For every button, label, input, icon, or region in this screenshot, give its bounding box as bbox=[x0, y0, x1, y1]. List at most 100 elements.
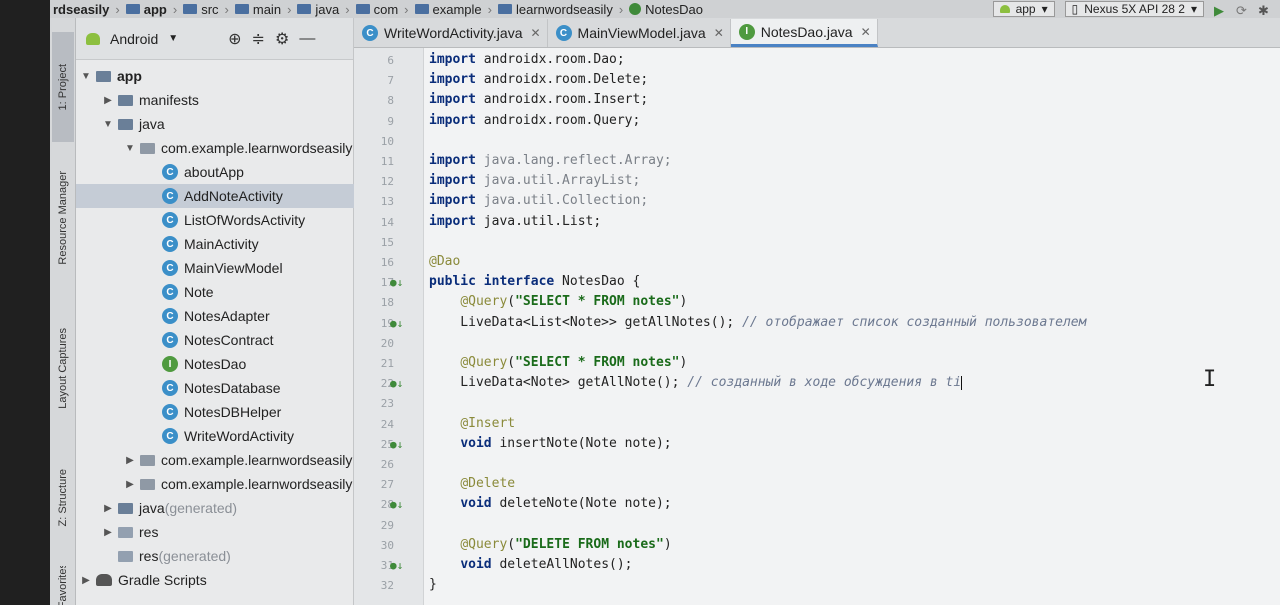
tree-item-label: NotesContract bbox=[184, 332, 274, 348]
code-editor[interactable]: import androidx.room.Dao; import androidx… bbox=[424, 48, 1280, 605]
class-icon: C bbox=[162, 188, 178, 204]
run-configuration-dropdown[interactable]: app ▾ bbox=[992, 1, 1055, 17]
tree-item[interactable]: C NotesContract bbox=[76, 328, 354, 352]
interface-icon bbox=[629, 3, 642, 15]
collapse-arrow-icon[interactable]: ▶ bbox=[102, 503, 114, 514]
tree-item[interactable]: ▼ app bbox=[76, 64, 354, 88]
tree-item[interactable]: ▶ res bbox=[76, 520, 354, 544]
close-icon[interactable]: ✕ bbox=[530, 26, 540, 40]
code-line: } bbox=[429, 577, 437, 593]
code-line: import java.util.ArrayList; bbox=[429, 173, 641, 189]
run-icon[interactable]: ▶ bbox=[1214, 3, 1226, 18]
implemented-marker-icon[interactable]: ●↓ bbox=[390, 498, 403, 511]
implemented-marker-icon[interactable]: ●↓ bbox=[390, 317, 403, 330]
collapse-all-icon[interactable]: ≑ bbox=[252, 29, 265, 49]
tree-item[interactable]: C MainActivity bbox=[76, 232, 354, 256]
tab-project[interactable]: 1: Project bbox=[52, 32, 74, 142]
editor-tab[interactable]: I NotesDao.java ✕ bbox=[730, 19, 878, 47]
view-selector[interactable]: Android bbox=[110, 31, 158, 47]
tree-item[interactable]: ▶ com.example.learnwordseasily bbox=[76, 448, 354, 472]
tree-item[interactable]: ▼ com.example.learnwordseasily bbox=[76, 136, 354, 160]
phone-icon: ▯ bbox=[1071, 2, 1079, 16]
line-number: 29 bbox=[380, 518, 394, 532]
tree-item[interactable]: ▶ java (generated) bbox=[76, 496, 354, 520]
editor-tab-label: WriteWordActivity.java bbox=[384, 25, 523, 41]
collapse-arrow-icon[interactable]: ▶ bbox=[102, 527, 114, 538]
tab-resource-manager[interactable]: Resource Manager bbox=[52, 148, 74, 288]
breadcrumb-file[interactable]: NotesDao bbox=[626, 2, 706, 17]
folder-icon bbox=[183, 4, 198, 14]
locate-icon[interactable]: ⊕ bbox=[228, 29, 241, 49]
close-icon[interactable]: ✕ bbox=[861, 25, 871, 39]
implemented-marker-icon[interactable]: ●↓ bbox=[390, 559, 403, 572]
tree-item[interactable]: I NotesDao bbox=[76, 352, 354, 376]
editor-tab[interactable]: C MainViewModel.java ✕ bbox=[548, 19, 731, 47]
collapse-arrow-icon[interactable]: ▶ bbox=[124, 455, 136, 466]
line-number: 15 bbox=[380, 235, 394, 249]
tree-item-label: com.example.learnwordseasily bbox=[161, 476, 353, 492]
apply-changes-icon[interactable]: ⟳ bbox=[1236, 3, 1248, 18]
breadcrumb-main[interactable]: main bbox=[232, 2, 284, 17]
line-number: 20 bbox=[380, 336, 394, 350]
code-line: import androidx.room.Query; bbox=[429, 112, 641, 128]
tree-item-label: java bbox=[139, 500, 165, 516]
tree-item[interactable]: ▶ Gradle Scripts bbox=[76, 568, 354, 592]
gear-icon[interactable]: ⚙ bbox=[275, 29, 289, 49]
editor-tab-label: NotesDao.java bbox=[760, 23, 853, 40]
interface-icon: I bbox=[738, 23, 755, 40]
tree-item[interactable]: ▼ java bbox=[76, 112, 354, 136]
tree-item[interactable]: C AddNoteActivity bbox=[76, 184, 354, 208]
breadcrumb-example[interactable]: example bbox=[412, 2, 485, 17]
tree-item[interactable]: ▶ com.example.learnwordseasily bbox=[76, 472, 354, 496]
code-line: void deleteNote(Note note); bbox=[460, 496, 672, 512]
tree-item-label: NotesDatabase bbox=[184, 380, 281, 396]
tree-item-label: res bbox=[139, 524, 159, 540]
code-line: @Query("SELECT * FROM notes") bbox=[460, 294, 688, 310]
tree-item[interactable]: CaboutApp bbox=[76, 160, 354, 184]
breadcrumb-module[interactable]: app bbox=[123, 2, 170, 17]
tab-structure[interactable]: Z: Structure bbox=[52, 448, 74, 548]
breadcrumb-com[interactable]: com bbox=[353, 2, 402, 17]
editor-tab[interactable]: C WriteWordActivity.java ✕ bbox=[354, 19, 548, 47]
tree-item[interactable]: C WriteWordActivity bbox=[76, 424, 354, 448]
class-icon: C bbox=[162, 428, 178, 444]
collapse-arrow-icon[interactable]: ▶ bbox=[102, 95, 114, 106]
android-icon bbox=[999, 5, 1010, 13]
folder-icon bbox=[414, 4, 429, 14]
expand-arrow-icon[interactable]: ▼ bbox=[124, 143, 136, 154]
implemented-marker-icon[interactable]: ●↓ bbox=[390, 438, 403, 451]
debug-icon[interactable]: ✱ bbox=[1258, 3, 1270, 18]
breadcrumb-src[interactable]: src bbox=[180, 2, 221, 17]
close-icon[interactable]: ✕ bbox=[714, 26, 724, 40]
navigation-bar: rdseasily › app › src › main › java › co… bbox=[50, 0, 1280, 18]
tab-favorites[interactable]: Favorites bbox=[52, 566, 74, 605]
implemented-marker-icon[interactable]: ●↓ bbox=[390, 377, 403, 390]
collapse-arrow-icon[interactable]: ▶ bbox=[124, 479, 136, 490]
tree-item[interactable]: res (generated) bbox=[76, 544, 354, 568]
line-number: 31 bbox=[380, 559, 394, 572]
breadcrumb-java[interactable]: java bbox=[294, 2, 342, 17]
text-cursor-icon: I bbox=[1203, 367, 1217, 392]
tree-item[interactable]: C NotesDatabase bbox=[76, 376, 354, 400]
tab-layout-captures[interactable]: Layout Captures bbox=[52, 308, 74, 428]
folder-icon bbox=[118, 526, 133, 538]
tree-item[interactable]: C NotesDBHelper bbox=[76, 400, 354, 424]
tree-item[interactable]: C NotesAdapter bbox=[76, 304, 354, 328]
code-line: void deleteAllNotes(); bbox=[460, 557, 633, 572]
implemented-marker-icon[interactable]: ●↓ bbox=[390, 276, 403, 289]
tree-item[interactable]: C Note bbox=[76, 280, 354, 304]
chevron-down-icon[interactable]: ▼ bbox=[168, 33, 178, 44]
breadcrumb-learnwordseasily[interactable]: learnwordseasily bbox=[495, 2, 616, 17]
breadcrumb-project[interactable]: rdseasily bbox=[50, 2, 112, 17]
folder-icon bbox=[118, 550, 133, 562]
android-icon bbox=[86, 32, 100, 45]
tree-item[interactable]: C MainViewModel bbox=[76, 256, 354, 280]
collapse-arrow-icon[interactable]: ▶ bbox=[80, 575, 92, 586]
expand-arrow-icon[interactable]: ▼ bbox=[80, 71, 92, 82]
tree-item[interactable]: C ListOfWordsActivity bbox=[76, 208, 354, 232]
tree-item[interactable]: ▶ manifests bbox=[76, 88, 354, 112]
minimize-icon[interactable]: — bbox=[299, 30, 315, 48]
device-dropdown[interactable]: ▯ Nexus 5X API 28 2 ▾ bbox=[1064, 1, 1204, 17]
project-panel: Android ▼ ⊕ ≑ ⚙ — ▼ app ▶ manifests ▼ java ▼ co… bbox=[76, 18, 354, 605]
expand-arrow-icon[interactable]: ▼ bbox=[102, 119, 114, 130]
